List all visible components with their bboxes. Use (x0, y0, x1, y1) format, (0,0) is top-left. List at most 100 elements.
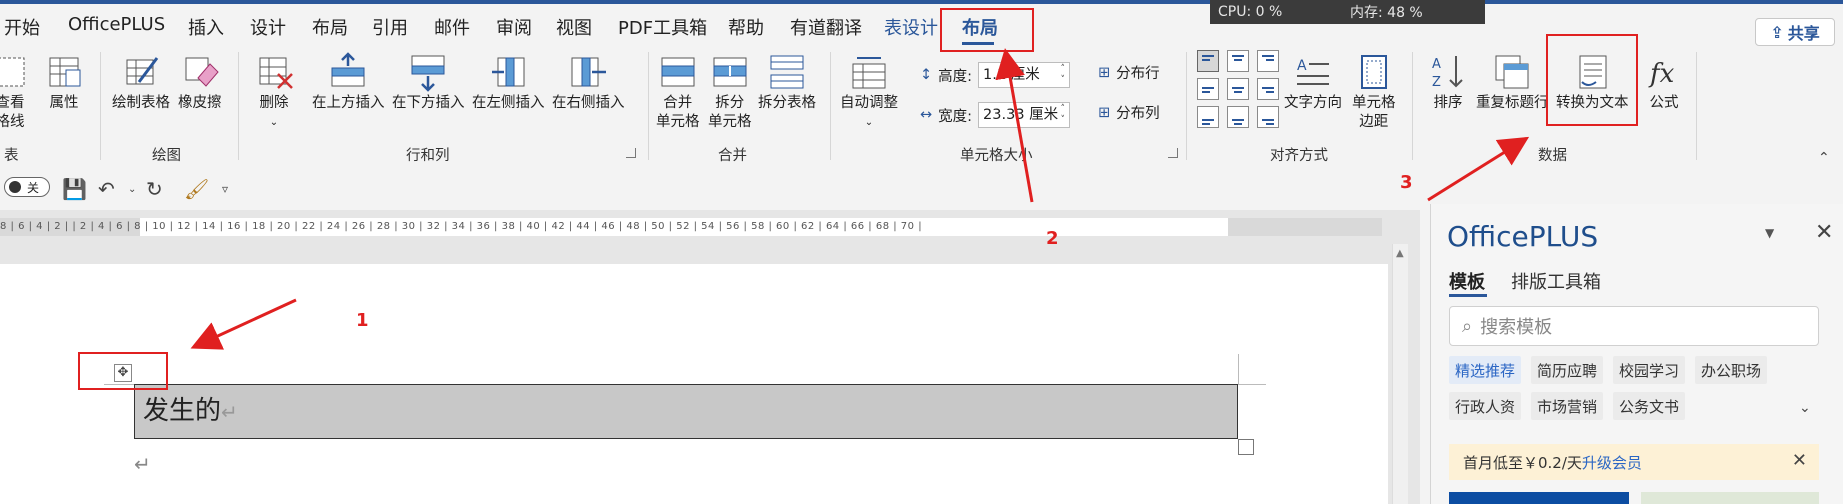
tab-mailings[interactable]: 邮件 (434, 14, 470, 40)
draw-table-button[interactable]: 绘制表格 (112, 52, 170, 113)
tab-layout[interactable]: 布局 (312, 14, 348, 40)
vertical-scrollbar[interactable]: ▲ (1392, 244, 1408, 504)
insert-right-button[interactable]: 在右侧插入 (552, 52, 625, 113)
chip-marketing[interactable]: 市场营销 (1531, 392, 1603, 420)
panel-close-icon[interactable]: ✕ (1815, 220, 1833, 245)
annotation-box-layout-tab (940, 8, 1034, 52)
tab-design[interactable]: 设计 (250, 14, 286, 40)
scroll-up-icon[interactable]: ▲ (1396, 248, 1404, 259)
dialog-launcher-icon[interactable] (1168, 148, 1178, 158)
eraser-button[interactable]: 橡皮擦 (178, 52, 222, 113)
column-width-input[interactable]: 23.33 厘米 ˄ ˅ (978, 102, 1071, 128)
cell-margins-button[interactable]: 单元格 边距 (1352, 52, 1396, 132)
tab-view[interactable]: 视图 (556, 14, 592, 40)
align-top-right-icon[interactable] (1257, 50, 1279, 72)
expand-chips-icon[interactable]: ⌄ (1799, 400, 1811, 416)
sort-button[interactable]: AZ 排序 (1428, 52, 1468, 113)
merge-cells-icon (658, 52, 698, 92)
view-gridlines-button[interactable]: 查看 格线 (0, 52, 30, 132)
group-separator (238, 52, 239, 160)
undo-dropdown-icon[interactable]: ⌄ (128, 184, 136, 195)
row-height-input[interactable]: 1.1 厘米 ˄ ˅ (978, 62, 1071, 88)
distribute-rows-button[interactable]: ⊞ 分布行 (1098, 62, 1160, 83)
chip-campus[interactable]: 校园学习 (1613, 356, 1685, 384)
annotation-label-2: 2 (1046, 228, 1059, 249)
svg-text:A: A (1432, 57, 1441, 72)
merge-cells-button[interactable]: 合并 单元格 (656, 52, 700, 132)
insert-below-button[interactable]: 在下方插入 (392, 52, 465, 113)
autofit-icon (849, 52, 889, 92)
paragraph-mark: ↵ (221, 400, 238, 424)
align-top-center-icon[interactable] (1227, 50, 1249, 72)
panel-tab-layout-tools[interactable]: 排版工具箱 (1511, 268, 1601, 294)
panel-title: OfficePLUS (1447, 220, 1599, 253)
chip-featured[interactable]: 精选推荐 (1449, 356, 1521, 384)
align-bottom-center-icon[interactable] (1227, 106, 1249, 128)
undo-icon[interactable]: ↶ (98, 177, 115, 201)
group-separator (648, 52, 649, 160)
promo-close-icon[interactable]: ✕ (1792, 450, 1807, 471)
tab-references[interactable]: 引用 (372, 14, 408, 40)
text-direction-button[interactable]: A 文字方向 (1284, 52, 1342, 113)
tab-pdf-tools[interactable]: PDF工具箱 (618, 14, 707, 40)
row-height-control: ↕ 高度: 1.1 厘米 ˄ ˅ (920, 62, 1071, 88)
share-button[interactable]: ⇪ 共享 (1755, 18, 1835, 46)
panel-options-icon[interactable]: ▼ (1765, 226, 1774, 240)
align-middle-right-icon[interactable] (1257, 78, 1279, 100)
split-table-icon (767, 52, 807, 92)
autofit-button[interactable]: 自动调整 ⌄ (840, 52, 898, 132)
tab-insert[interactable]: 插入 (188, 14, 224, 40)
repeat-header-button[interactable]: 重复标题行 (1476, 52, 1549, 113)
panel-tab-indicator (1449, 294, 1487, 297)
tab-table-design[interactable]: 表设计 (884, 14, 938, 40)
align-middle-center-icon[interactable] (1227, 78, 1249, 100)
align-top-left-icon[interactable] (1197, 50, 1219, 72)
document-area: 8 | 6 | 4 | 2 | | 2 | 4 | 6 | 8 | 10 | 1… (0, 210, 1420, 504)
horizontal-ruler[interactable]: 8 | 6 | 4 | 2 | | 2 | 4 | 6 | 8 | 10 | 1… (0, 218, 1382, 236)
split-table-button[interactable]: 拆分表格 (758, 52, 816, 113)
formula-button[interactable]: fx 公式 (1644, 52, 1684, 113)
distribute-cols-button[interactable]: ⊞ 分布列 (1098, 102, 1160, 123)
format-painter-icon[interactable]: 🖌 (184, 177, 209, 201)
svg-text:Z: Z (1432, 75, 1441, 90)
group-separator (830, 52, 831, 160)
redo-icon[interactable]: ↻ (146, 177, 163, 201)
save-icon[interactable]: 💾 (62, 177, 87, 201)
spinner-arrows-icon: ˄ ˅ (1060, 104, 1066, 125)
chip-hr[interactable]: 行政人资 (1449, 392, 1521, 420)
promo-text: 首月低至￥0.2/天 (1463, 453, 1582, 472)
insert-above-button[interactable]: 在上方插入 (312, 52, 385, 113)
autosave-toggle[interactable]: 关 (4, 177, 50, 197)
table-cell[interactable]: 发生的↵ (134, 384, 1238, 439)
align-bottom-right-icon[interactable] (1257, 106, 1279, 128)
tab-home[interactable]: 开始 (4, 14, 40, 40)
chip-official-docs[interactable]: 公务文书 (1613, 392, 1685, 420)
align-middle-left-icon[interactable] (1197, 78, 1219, 100)
template-search-input[interactable]: ⌕ 搜索模板 (1449, 306, 1819, 346)
tab-help[interactable]: 帮助 (728, 14, 764, 40)
annotation-box-move-handle (78, 352, 168, 390)
customize-qat-icon[interactable]: ▿ (222, 182, 228, 196)
dialog-launcher-icon[interactable] (626, 148, 636, 158)
insert-below-icon (408, 52, 448, 92)
upgrade-link[interactable]: 升级会员 (1582, 452, 1642, 473)
delete-button[interactable]: 删除 ⌄ (254, 52, 294, 132)
align-bottom-left-icon[interactable] (1197, 106, 1219, 128)
word-window: CPU: 0 % 内存: 48 % 开始 OfficePLUS 插入 设计 布局… (0, 0, 1843, 504)
table-resize-handle[interactable] (1238, 439, 1254, 455)
tab-officeplus[interactable]: OfficePLUS (68, 14, 165, 35)
formula-fx-icon: fx (1644, 52, 1684, 92)
tab-review[interactable]: 审阅 (496, 14, 532, 40)
table-guide-line (1238, 354, 1239, 384)
tab-youdao[interactable]: 有道翻译 (790, 14, 862, 40)
split-cells-button[interactable]: 拆分 单元格 (708, 52, 752, 132)
collapse-ribbon-icon[interactable]: ⌃ (1818, 150, 1830, 166)
panel-tab-templates[interactable]: 模板 (1449, 268, 1485, 294)
template-thumbnail[interactable] (1449, 492, 1629, 504)
chip-office[interactable]: 办公职场 (1695, 356, 1767, 384)
template-thumbnail[interactable] (1641, 492, 1819, 504)
insert-left-button[interactable]: 在左侧插入 (472, 52, 545, 113)
properties-button[interactable]: 属性 (44, 52, 84, 113)
title-strip (0, 0, 1843, 4)
chip-resume[interactable]: 简历应聘 (1531, 356, 1603, 384)
